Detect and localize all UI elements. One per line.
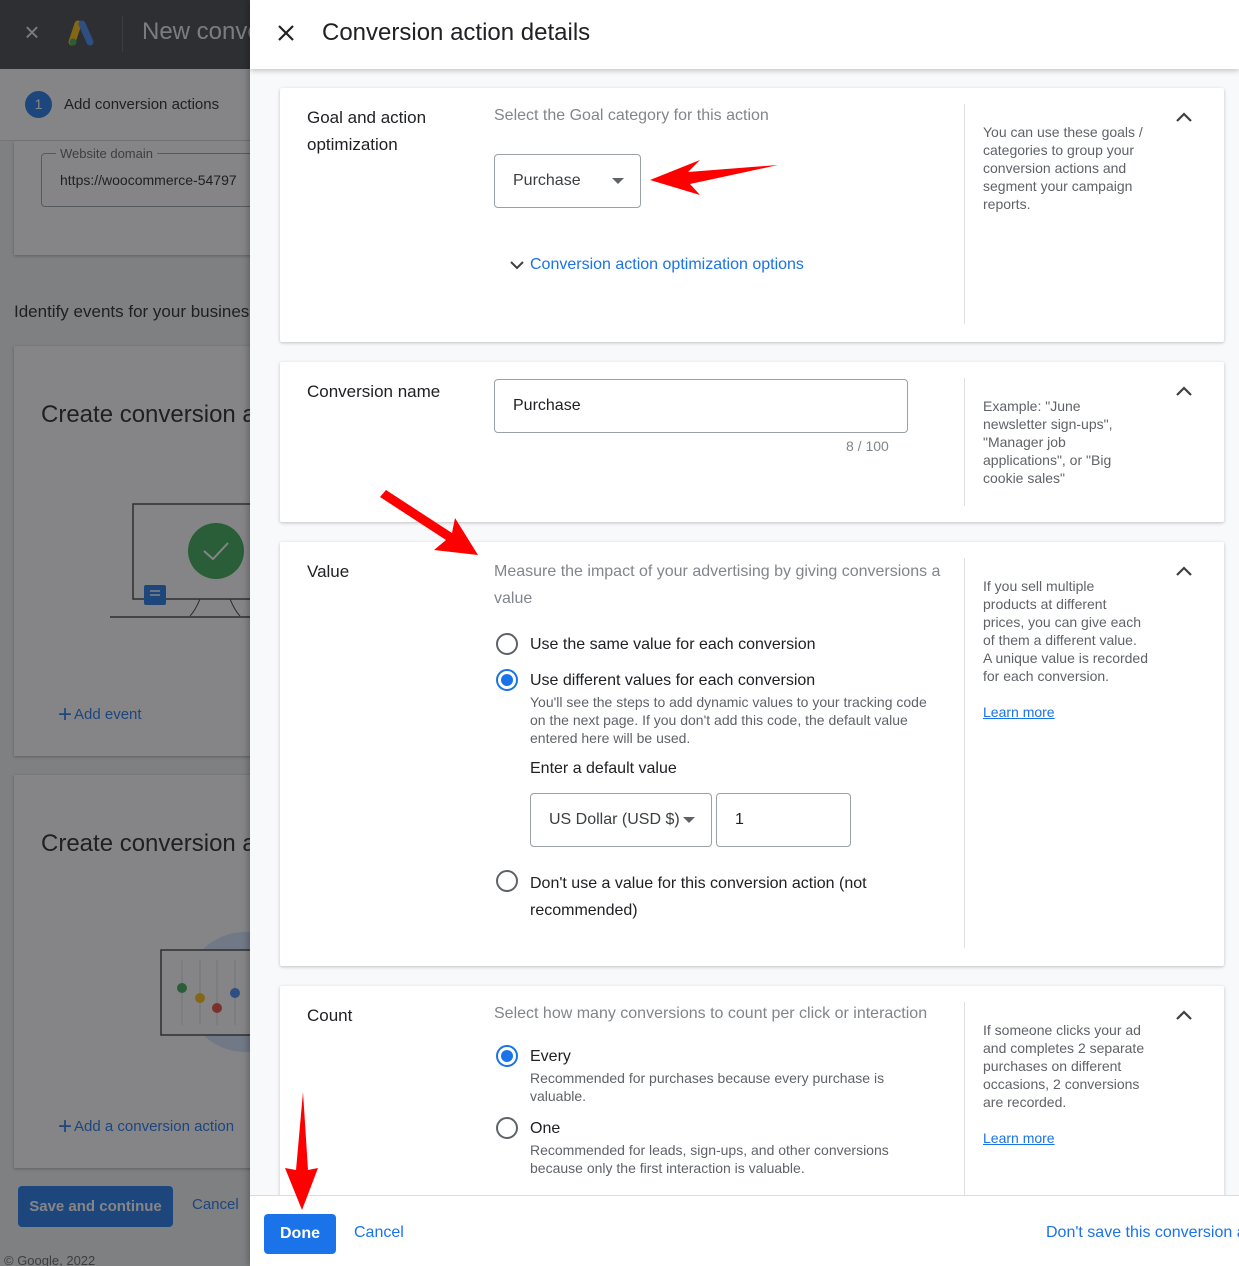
count-help-text: If someone clicks your ad and completes … xyxy=(983,1022,1145,1110)
goal-category-value: Purchase xyxy=(513,172,581,189)
default-value-input[interactable]: 1 xyxy=(716,793,851,847)
radio-checked[interactable] xyxy=(496,1045,518,1067)
goal-section-description: Select the Goal category for this action xyxy=(494,107,769,124)
chevron-down-icon xyxy=(510,261,524,270)
value-option-none[interactable]: Don't use a value for this conversion ac… xyxy=(496,870,916,924)
conversion-action-details-panel: Conversion action details Goal and actio… xyxy=(250,0,1239,1266)
radio-label: Use the same value for each conversion xyxy=(530,636,816,653)
conversion-name-label: Conversion name xyxy=(307,382,441,401)
goal-section: Goal and action optimization Select the … xyxy=(280,88,1224,342)
count-help: If someone clicks your ad and completes … xyxy=(983,1021,1148,1147)
conversion-name-value: Purchase xyxy=(513,397,581,414)
panel-header: Conversion action details xyxy=(250,0,1239,69)
conversion-name-input[interactable]: Purchase xyxy=(494,379,908,433)
learn-more-link[interactable]: Learn more xyxy=(983,1129,1055,1147)
goal-section-label: Goal and action optimization xyxy=(307,108,427,154)
currency-select[interactable]: US Dollar (USD $) xyxy=(530,793,712,847)
radio-label: Every xyxy=(530,1048,571,1065)
radio-label: One xyxy=(530,1120,561,1137)
close-icon[interactable] xyxy=(274,21,298,45)
radio-label: Use different values for each conversion xyxy=(530,672,816,689)
radio-description: Recommended for purchases because every … xyxy=(530,1070,885,1104)
character-counter: 8 / 100 xyxy=(846,438,889,454)
count-option-every[interactable]: Every Recommended for purchases because … xyxy=(496,1045,916,1105)
dont-save-conversion-link[interactable]: Don't save this conversion action xyxy=(1046,1224,1239,1242)
helper-divider xyxy=(964,558,965,948)
value-help-text: If you sell multiple products at differe… xyxy=(983,578,1148,684)
optimization-options-label: Conversion action optimization options xyxy=(530,256,804,273)
dropdown-caret-icon xyxy=(612,178,624,184)
count-option-one[interactable]: One Recommended for leads, sign-ups, and… xyxy=(496,1117,916,1177)
value-section-description: Measure the impact of your advertising b… xyxy=(494,563,941,607)
goal-category-select[interactable]: Purchase xyxy=(494,154,641,208)
radio-unchecked[interactable] xyxy=(496,1117,518,1139)
cancel-button[interactable]: Cancel xyxy=(354,1224,404,1242)
currency-value: US Dollar (USD $) xyxy=(549,811,680,828)
radio-unchecked[interactable] xyxy=(496,633,518,655)
value-option-same[interactable]: Use the same value for each conversion xyxy=(496,633,815,657)
value-help: If you sell multiple products at differe… xyxy=(983,577,1148,721)
count-section: Count Select how many conversions to cou… xyxy=(280,986,1224,1226)
value-section-label: Value xyxy=(307,562,350,581)
chevron-up-icon[interactable] xyxy=(1172,106,1196,130)
helper-divider xyxy=(964,1002,965,1222)
helper-divider xyxy=(964,378,965,506)
count-section-label: Count xyxy=(307,1006,353,1025)
value-option-different[interactable]: Use different values for each conversion… xyxy=(496,669,936,747)
default-value-value: 1 xyxy=(735,811,744,828)
conversion-name-help-text: Example: "June newsletter sign-ups", "Ma… xyxy=(983,398,1113,486)
radio-checked[interactable] xyxy=(496,669,518,691)
panel-title: Conversion action details xyxy=(322,19,591,46)
optimization-options-toggle[interactable]: Conversion action optimization options xyxy=(508,256,804,274)
done-button[interactable]: Done xyxy=(264,1214,336,1254)
goal-help-text: You can use these goals / categories to … xyxy=(983,124,1143,212)
radio-description: Recommended for leads, sign-ups, and oth… xyxy=(530,1142,889,1176)
learn-more-link[interactable]: Learn more xyxy=(983,703,1055,721)
chevron-up-icon[interactable] xyxy=(1172,560,1196,584)
default-value-label: Enter a default value xyxy=(530,760,677,777)
radio-description: You'll see the steps to add dynamic valu… xyxy=(530,694,927,746)
helper-divider xyxy=(964,104,965,324)
count-section-description: Select how many conversions to count per… xyxy=(494,1005,928,1022)
dropdown-caret-icon xyxy=(683,817,695,823)
panel-footer: Done Cancel Don't save this conversion a… xyxy=(250,1195,1239,1266)
radio-unchecked[interactable] xyxy=(496,870,518,892)
radio-label: Don't use a value for this conversion ac… xyxy=(530,875,867,919)
chevron-up-icon[interactable] xyxy=(1172,1004,1196,1028)
value-section: Value Measure the impact of your adverti… xyxy=(280,542,1224,966)
conversion-name-section: Conversion name Purchase 8 / 100 Example… xyxy=(280,362,1224,522)
chevron-up-icon[interactable] xyxy=(1172,380,1196,404)
